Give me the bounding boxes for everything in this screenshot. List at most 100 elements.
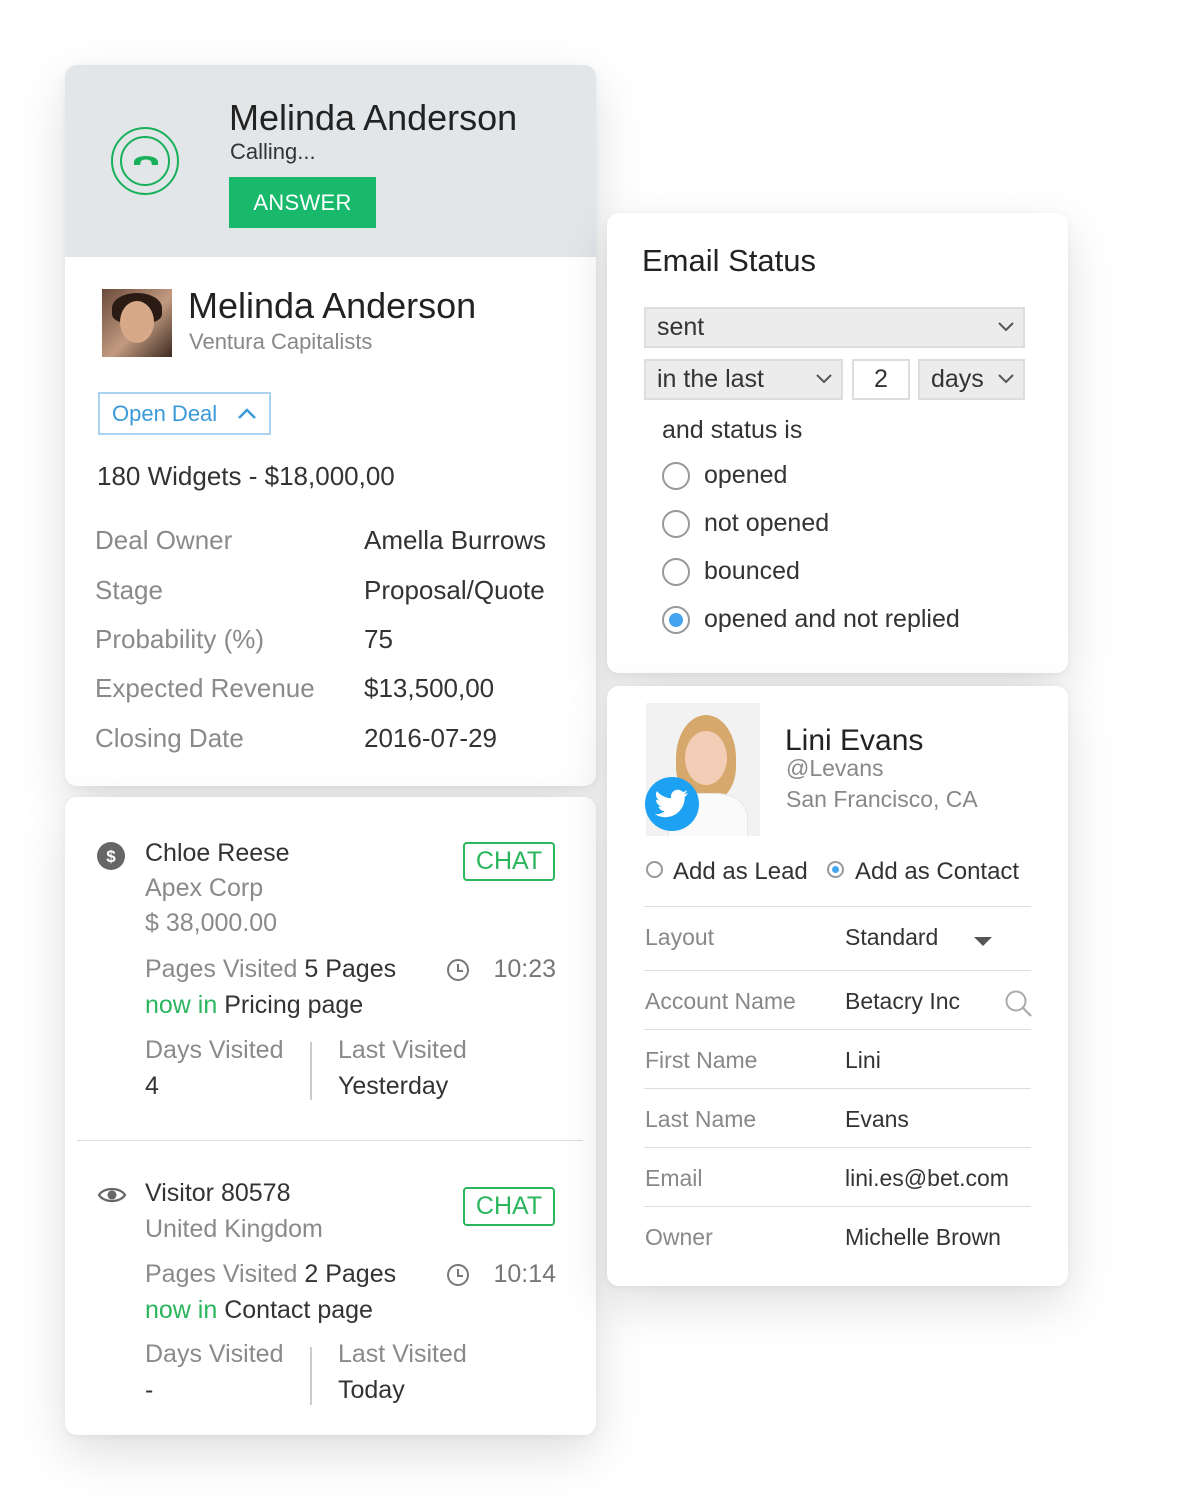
social-lead-card: Lini Evans @Levans San Francisco, CA Add… — [607, 686, 1068, 1286]
radio-button-checked[interactable] — [662, 606, 690, 634]
field-last-name[interactable]: Last Name Evans — [644, 1088, 1031, 1147]
days-visited-label: Days Visited — [145, 1340, 284, 1368]
radio-label: not opened — [704, 509, 830, 537]
last-visited-value: Yesterday — [338, 1072, 449, 1100]
answer-button[interactable]: ANSWER — [229, 177, 376, 228]
days-visited-value: 4 — [145, 1072, 159, 1100]
status-select-value: sent — [657, 313, 705, 341]
field-label: Last Name — [645, 1106, 757, 1132]
field-email[interactable]: Email lini.es@bet.com — [644, 1147, 1031, 1206]
days-visited-value: - — [145, 1376, 154, 1404]
open-deal-label: Open Deal — [112, 401, 218, 426]
days-visited-label: Days Visited — [145, 1036, 284, 1064]
chat-button[interactable]: CHAT — [463, 842, 555, 881]
lead-name: Lini Evans — [785, 724, 924, 757]
unit-select-value: days — [931, 365, 984, 393]
visit-time: 10:23 — [493, 955, 556, 983]
field-first-name[interactable]: First Name Lini — [644, 1029, 1031, 1088]
radio-label: opened — [704, 461, 788, 489]
pages-visited: Pages Visited 2 Pages — [145, 1260, 397, 1288]
contact-name: Melinda Anderson — [188, 285, 477, 326]
pages-visited: Pages Visited 5 Pages — [145, 955, 397, 983]
stage-value: Proposal/Quote — [364, 575, 545, 605]
visitors-card: $ Chloe Reese CHAT Apex Corp $ 38,000.00… — [65, 797, 596, 1435]
radio-label: bounced — [704, 557, 800, 585]
email-status-card: Email Status sent in the last 2 days and… — [607, 213, 1068, 673]
status-condition-label: and status is — [662, 416, 803, 444]
period-number-input[interactable]: 2 — [852, 359, 910, 400]
owner-value[interactable]: Michelle Brown — [845, 1224, 1001, 1251]
visitor-name: Visitor 80578 — [145, 1179, 291, 1207]
add-as-lead-radio[interactable] — [646, 861, 663, 878]
radio-button[interactable] — [662, 462, 690, 490]
field-owner[interactable]: Owner Michelle Brown — [644, 1206, 1031, 1265]
expected-revenue-value: $13,500,00 — [364, 673, 495, 703]
divider — [310, 1347, 312, 1405]
lead-handle: @Levans — [786, 755, 884, 781]
layout-dropdown-value[interactable]: Standard — [845, 924, 938, 951]
field-label: Account Name — [645, 988, 796, 1014]
visitor-name: Chloe Reese — [145, 839, 290, 867]
period-select-value: in the last — [657, 365, 765, 393]
contact-avatar — [102, 289, 172, 357]
clock-icon — [447, 1264, 469, 1286]
phone-icon[interactable] — [111, 127, 179, 195]
deal-owner-value: Amella Burrows — [364, 525, 547, 555]
chevron-down-icon — [998, 374, 1014, 384]
pages-visited-value: 5 Pages — [304, 955, 397, 983]
call-status: Calling... — [230, 139, 316, 164]
open-deal-toggle[interactable]: Open Deal — [98, 392, 271, 435]
caret-down-icon[interactable] — [974, 937, 992, 946]
last-visited-label: Last Visited — [338, 1340, 467, 1368]
radio-label: opened and not replied — [704, 605, 960, 633]
pages-visited-value: 2 Pages — [304, 1260, 397, 1288]
deal-owner-label: Deal Owner — [95, 525, 233, 555]
expected-revenue-label: Expected Revenue — [95, 673, 315, 703]
add-as-contact-radio[interactable] — [827, 861, 844, 878]
visitor-separator — [77, 1140, 583, 1141]
field-account-name[interactable]: Account Name Betacry Inc — [644, 970, 1034, 1029]
chevron-down-icon — [998, 322, 1014, 332]
field-label: Email — [645, 1165, 703, 1191]
caller-name: Melinda Anderson — [229, 97, 518, 138]
visitor-company: Apex Corp — [145, 874, 264, 902]
first-name-value[interactable]: Lini — [845, 1047, 881, 1074]
contact-company: Ventura Capitalists — [189, 329, 373, 354]
visitor-amount: $ 38,000.00 — [145, 909, 278, 937]
field-layout[interactable]: Layout Standard — [644, 906, 1031, 965]
unit-select[interactable]: days — [918, 359, 1025, 400]
last-visited-label: Last Visited — [338, 1036, 467, 1064]
last-visited-value: Today — [338, 1376, 405, 1404]
chevron-down-icon — [816, 374, 832, 384]
status-select[interactable]: sent — [644, 307, 1025, 348]
email-value[interactable]: lini.es@bet.com — [845, 1165, 1009, 1192]
twitter-icon — [645, 777, 699, 831]
visit-time: 10:14 — [493, 1260, 556, 1288]
field-label: First Name — [645, 1047, 758, 1073]
period-select[interactable]: in the last — [644, 359, 843, 400]
field-label: Owner — [645, 1224, 713, 1250]
svg-text:$: $ — [106, 847, 116, 866]
visitor-country: United Kingdom — [145, 1215, 323, 1243]
account-name-value[interactable]: Betacry Inc — [845, 988, 960, 1015]
add-as-lead-label[interactable]: Add as Lead — [673, 858, 808, 886]
call-header: Melinda Anderson Calling... ANSWER — [65, 65, 596, 257]
last-name-value[interactable]: Evans — [845, 1106, 909, 1133]
chat-button[interactable]: CHAT — [463, 1187, 555, 1226]
closing-date-label: Closing Date — [95, 723, 244, 753]
probability-value: 75 — [364, 624, 393, 654]
now-in-label: now in — [145, 991, 218, 1019]
search-icon[interactable] — [1004, 989, 1034, 1019]
radio-button[interactable] — [662, 510, 690, 538]
dollar-icon: $ — [97, 842, 125, 870]
divider — [310, 1042, 312, 1100]
closing-date-value: 2016-07-29 — [364, 723, 497, 753]
eye-icon — [97, 1187, 127, 1203]
now-in-label: now in — [145, 1296, 218, 1324]
now-in-page: Pricing page — [224, 991, 364, 1019]
current-page: now in Contact page — [145, 1296, 373, 1325]
add-as-contact-label[interactable]: Add as Contact — [855, 858, 1019, 886]
probability-label: Probability (%) — [95, 624, 265, 654]
current-page: now in Pricing page — [145, 991, 363, 1020]
radio-button[interactable] — [662, 558, 690, 586]
